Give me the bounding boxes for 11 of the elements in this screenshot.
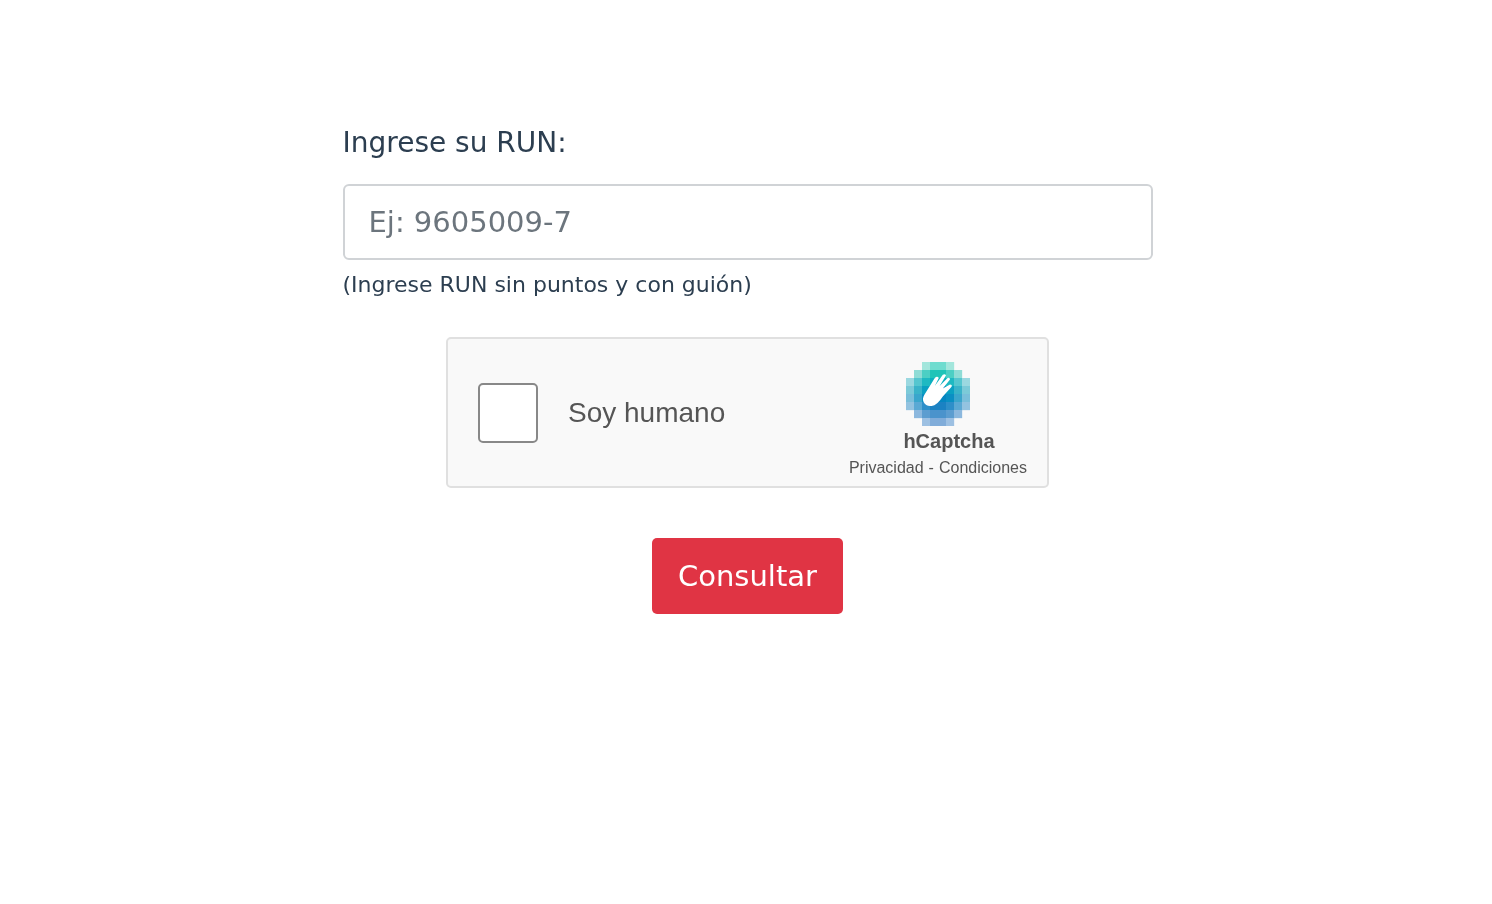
submit-button[interactable]: Consultar (652, 538, 843, 614)
hint-text: (Ingrese RUN sin puntos y con guión) (342, 272, 752, 297)
link-separator: - (928, 459, 934, 477)
hand-logo-icon (905, 362, 970, 426)
footer-link[interactable]: Condiciones (938, 459, 1027, 477)
field-label: Ingrese su RUN: (342, 125, 567, 161)
run-input-field[interactable]: Ej: 9605009-7 (342, 184, 1153, 260)
checkbox[interactable] (478, 382, 538, 443)
checkbox-label: Soy humano (568, 396, 727, 429)
brand-name: hCaptcha (902, 430, 995, 453)
footer-link[interactable]: Privacidad (848, 459, 924, 477)
